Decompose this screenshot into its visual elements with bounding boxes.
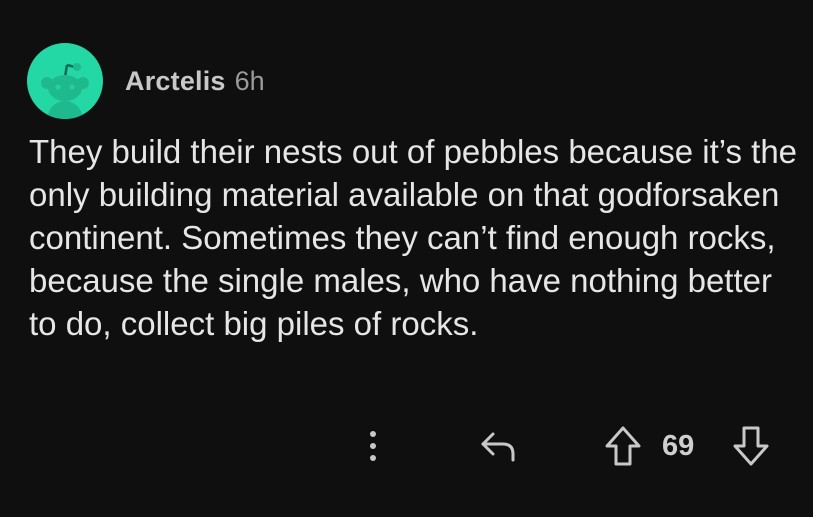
downvote-button[interactable] [728,419,774,473]
comment-header: Arctelis 6h [27,43,265,119]
more-vertical-icon [370,431,376,461]
author-name[interactable]: Arctelis [125,66,226,97]
downvote-arrow-icon [733,426,769,466]
snoo-avatar-icon [41,63,89,119]
reply-button[interactable] [472,419,526,473]
upvote-button[interactable] [600,419,646,473]
upvote-arrow-icon [605,426,641,466]
more-options-button[interactable] [354,419,392,473]
comment-body: They build their nests out of pebbles be… [29,133,798,342]
vote-score: 69 [662,430,695,462]
comment: Arctelis 6h They build their nests out o… [0,0,813,517]
avatar[interactable] [27,43,103,119]
comment-age: 6h [234,65,265,96]
reply-arrow-icon [481,432,515,462]
comment-actions: 69 [0,419,813,473]
